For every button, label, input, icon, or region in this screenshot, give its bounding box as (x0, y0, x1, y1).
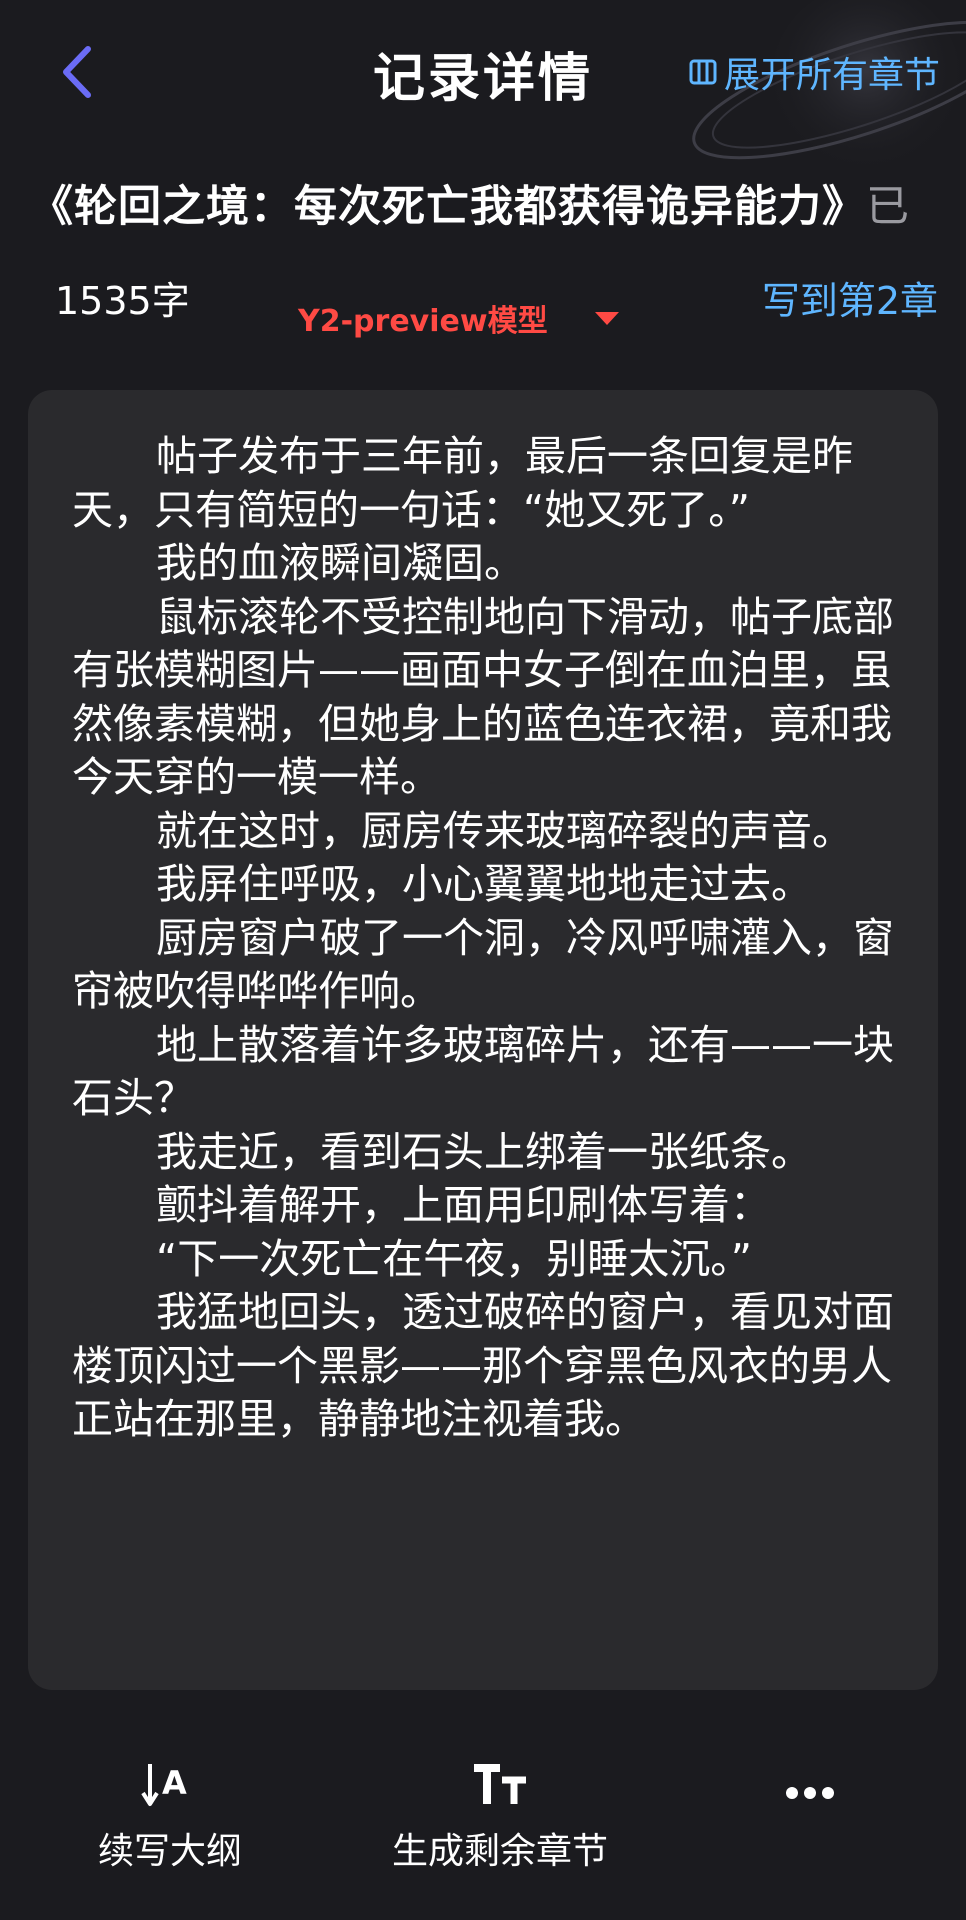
book-title-text: 《轮回之境：每次死亡我都获得诡异能力》 (30, 182, 866, 232)
story-paragraph: 我屏住呼吸，小心翼翼地地走过去。 (156, 860, 812, 908)
story-paragraph: 鼠标滚轮不受控制地向下滑动，帖子底部有张模糊图片——画面中女子倒在血泊里，虽然像… (72, 592, 894, 802)
book-title: 《轮回之境：每次死亡我都获得诡异能力》已 (30, 172, 966, 234)
story-paragraph: “下一次死亡在午夜，别睡太沉。” (156, 1234, 752, 1283)
generate-remaining-chapters-label: 生成剩余章节 (391, 1831, 608, 1872)
story-paragraph: 地上散落着许多玻璃碎片，还有——一块石头？ (72, 1020, 894, 1123)
expand-all-chapters-button[interactable]: 展开所有章节 (688, 46, 940, 98)
story-paragraph: 就在这时，厨房传来玻璃碎裂的声音。 (156, 806, 853, 855)
more-dots-icon (785, 1740, 835, 1800)
more-button[interactable] (770, 1740, 850, 1800)
story-paragraph: 我猛地回头，透过破碎的窗户，看见对面楼顶闪过一个黑影——那个穿黑色风衣的男人正站… (72, 1288, 894, 1443)
generate-remaining-chapters-button[interactable]: 生成剩余章节 (370, 1740, 630, 1874)
expand-chapters-icon (688, 57, 718, 87)
story-paragraph: 厨房窗户破了一个洞，冷风呼啸灌入，窗帘被吹得哗哗作响。 (72, 913, 894, 1016)
expand-all-chapters-label: 展开所有章节 (723, 55, 940, 96)
content-card: 帖子发布于三年前，最后一条回复是昨天，只有简短的一句话：“她又死了。” 我的血液瞬… (28, 390, 938, 1690)
continue-outline-label: 续写大纲 (97, 1831, 242, 1872)
book-title-tail: 已 (866, 182, 910, 232)
story-paragraph: 颤抖着解开，上面用印刷体写着： (156, 1181, 771, 1229)
story-paragraph: 我的血液瞬间凝固。 (156, 539, 525, 587)
story-paragraph: 帖子发布于三年前，最后一条回复是昨天，只有简短的一句话：“她又死了。” (72, 432, 853, 534)
story-paragraph: 我走近，看到石头上绑着一张纸条。 (156, 1127, 812, 1176)
bottom-toolbar: A 续写大纲 生成剩余章节 (0, 1740, 966, 1890)
written-to-chapter: 写到第2章 (761, 279, 938, 323)
model-label: Y2-preview模型 (298, 304, 548, 339)
sort-down-a-icon: A (140, 1740, 200, 1810)
word-count: 1535字 (55, 279, 190, 323)
header: 记录详情 展开所有章节 (0, 0, 966, 150)
caret-down-icon (594, 310, 620, 326)
text-size-icon (470, 1740, 530, 1810)
continue-outline-button[interactable]: A 续写大纲 (90, 1740, 250, 1874)
model-selector[interactable]: Y2-preview模型 (298, 296, 620, 340)
svg-text:A: A (162, 1764, 187, 1802)
story-text[interactable]: 帖子发布于三年前，最后一条回复是昨天，只有简短的一句话：“她又死了。” 我的血液瞬… (72, 430, 912, 1447)
